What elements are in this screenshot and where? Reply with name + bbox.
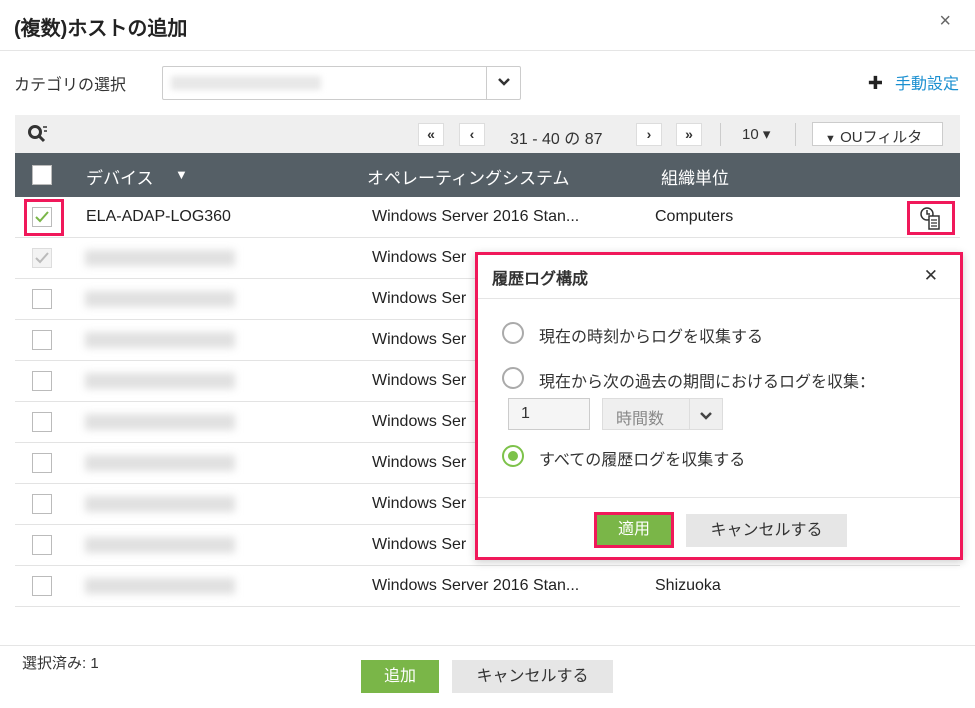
row-checkbox[interactable] [32, 330, 52, 350]
dialog-title: (複数)ホストの追加 [14, 18, 188, 40]
device-name-blurred [85, 496, 235, 512]
clock-document-icon [920, 207, 940, 230]
page-range: 31 - 40 の 87 [510, 131, 603, 148]
period-value-input[interactable]: 1 [508, 398, 590, 430]
os-name: Windows Ser [372, 331, 467, 348]
ou-name: Shizuoka [655, 577, 721, 594]
category-select[interactable] [162, 66, 521, 100]
row-checkbox[interactable] [32, 494, 52, 514]
search-icon[interactable] [27, 124, 49, 149]
row-checkbox[interactable] [32, 412, 52, 432]
prev-page-button[interactable]: ‹ [459, 123, 485, 146]
device-name-blurred [85, 414, 235, 430]
filter-icon[interactable]: ▼ [175, 167, 188, 182]
os-name: Windows Ser [372, 536, 467, 553]
radio-option-period[interactable] [502, 367, 524, 389]
device-name-blurred [85, 373, 235, 389]
row-checkbox [32, 248, 52, 268]
device-name-blurred [85, 537, 235, 553]
category-value [171, 76, 321, 90]
history-log-config-button[interactable] [907, 201, 955, 235]
row-checkbox[interactable] [32, 289, 52, 309]
next-page-button[interactable]: › [636, 123, 662, 146]
period-unit-value: 時間数 [616, 411, 665, 428]
os-name: Windows Server 2016 Stan... [372, 577, 580, 594]
table-row[interactable]: ELA-ADAP-LOG360 Windows Server 2016 Stan.… [15, 197, 960, 238]
row-checkbox[interactable] [32, 535, 52, 555]
selected-count: 選択済み: 1 [22, 655, 99, 672]
column-os[interactable]: オペレーティングシステム [367, 164, 569, 189]
table-toolbar: « ‹ 31 - 40 の 87 › » 10 ▾ ▼ OUフィルタ [15, 115, 960, 153]
history-log-popup: 履歴ログ構成 ✕ 現在の時刻からログを収集する 現在から次の過去の期間におけるロ… [475, 252, 963, 560]
apply-button[interactable]: 適用 [594, 512, 674, 548]
manual-label: 手動設定 [894, 76, 959, 93]
divider [720, 123, 721, 146]
close-icon[interactable]: ✕ [924, 266, 938, 286]
os-name: Windows Ser [372, 413, 467, 430]
divider [795, 123, 796, 146]
filter-icon: ▼ [825, 133, 836, 145]
device-name-blurred [85, 250, 235, 266]
row-checkbox[interactable] [32, 371, 52, 391]
plus-icon: ✚ [867, 73, 883, 93]
category-label: カテゴリの選択 [14, 77, 127, 94]
device-name-blurred [85, 291, 235, 307]
table-row[interactable]: Windows Server 2016 Stan... Shizuoka [15, 566, 960, 607]
option-label: 現在から次の過去の期間におけるログを収集： [539, 374, 876, 391]
ou-filter-label: OUフィルタ [840, 129, 923, 146]
popup-title: 履歴ログ構成 [492, 271, 589, 288]
last-page-button[interactable]: » [676, 123, 702, 146]
device-name: ELA-ADAP-LOG360 [86, 208, 231, 225]
os-name: Windows Ser [372, 372, 467, 389]
ou-filter-button[interactable]: ▼ OUフィルタ [812, 122, 943, 146]
os-name: Windows Ser [372, 454, 467, 471]
radio-option-all[interactable] [502, 445, 524, 467]
per-page-select[interactable]: 10 ▾ [742, 125, 770, 143]
close-icon[interactable]: × [939, 10, 951, 33]
os-name: Windows Ser [372, 249, 467, 266]
ou-name: Computers [655, 208, 734, 225]
popup-cancel-button[interactable]: キャンセルする [686, 514, 847, 547]
radio-option-current[interactable] [502, 322, 524, 344]
os-name: Windows Ser [372, 290, 467, 307]
column-device[interactable]: デバイス [86, 164, 154, 189]
device-name-blurred [85, 578, 235, 594]
first-page-button[interactable]: « [418, 123, 444, 146]
device-name-blurred [85, 332, 235, 348]
manual-setting-link[interactable]: ✚ 手動設定 [868, 70, 959, 94]
chevron-down-icon [689, 399, 722, 429]
row-checkbox[interactable] [32, 576, 52, 596]
option-label: 現在の時刻からログを収集する [539, 329, 764, 346]
os-name: Windows Ser [372, 495, 467, 512]
add-button[interactable]: 追加 [361, 660, 439, 693]
column-ou[interactable]: 組織単位 [661, 164, 729, 189]
device-name-blurred [85, 455, 235, 471]
chevron-down-icon[interactable] [486, 67, 520, 99]
period-unit-select[interactable]: 時間数 [602, 398, 723, 430]
row-checkbox[interactable] [32, 453, 52, 473]
select-all-checkbox[interactable] [32, 165, 52, 185]
table-header: デバイス ▼ オペレーティングシステム 組織単位 [15, 153, 960, 197]
option-label: すべての履歴ログを収集する [539, 452, 746, 469]
divider [0, 50, 975, 51]
os-name: Windows Server 2016 Stan... [372, 208, 580, 225]
cancel-button[interactable]: キャンセルする [452, 660, 613, 693]
